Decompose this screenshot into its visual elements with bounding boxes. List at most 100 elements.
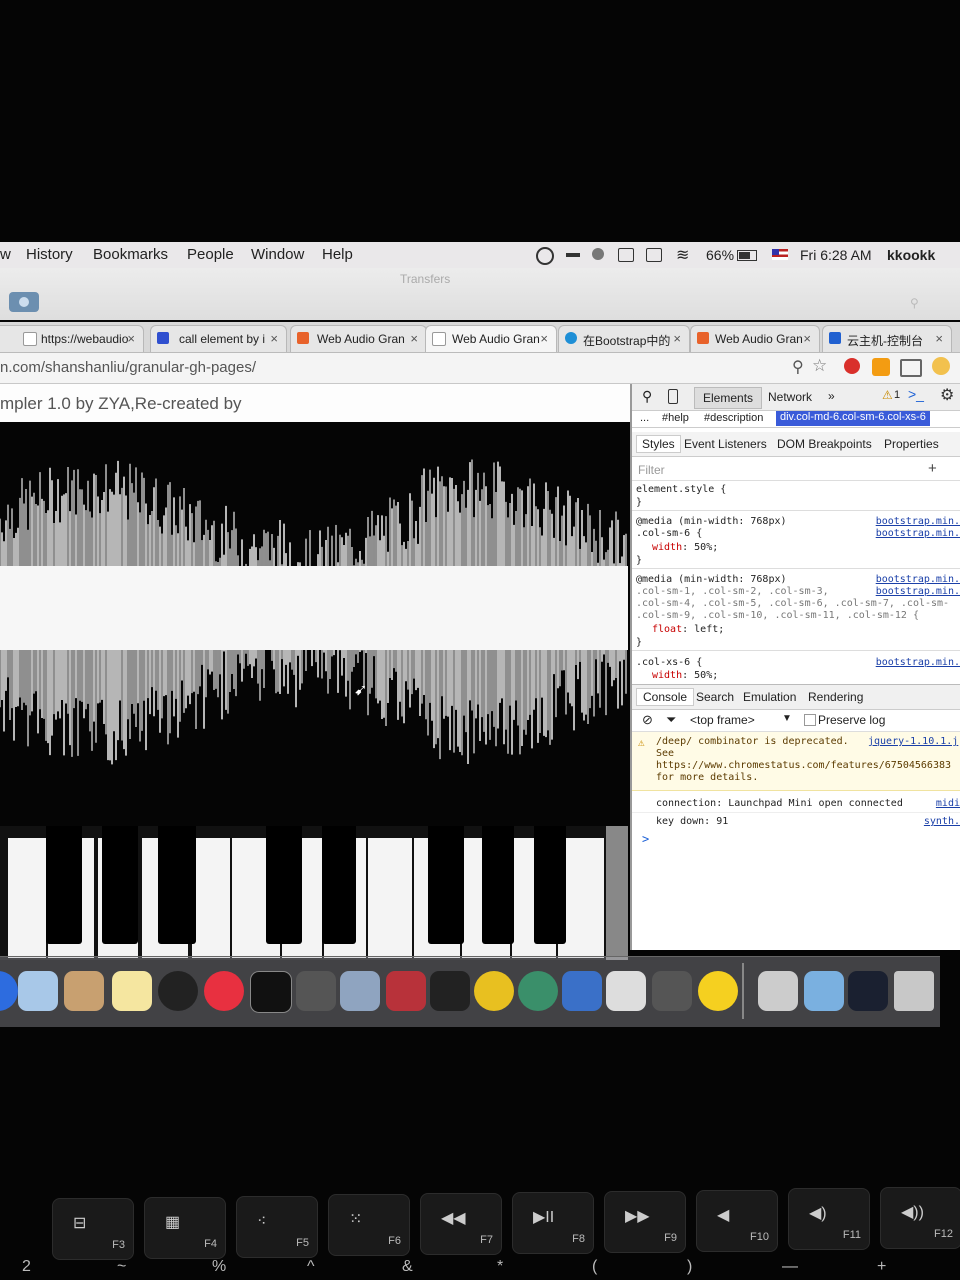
wifi-icon[interactable]: ≋	[676, 245, 689, 265]
console-drawer-icon[interactable]: >_	[908, 386, 924, 402]
sublime-text-2-icon[interactable]	[652, 971, 692, 1011]
styles-filter[interactable]: Filter +	[632, 458, 960, 481]
source-link[interactable]: bootstrap.min.	[876, 516, 960, 527]
function-key[interactable]: ◀) F11	[788, 1188, 870, 1250]
warning-url[interactable]: https://www.chromestatus.com/features/67…	[656, 760, 951, 771]
search-icon[interactable]: ⚲	[910, 296, 919, 310]
console-log-1-source[interactable]: midi	[936, 798, 960, 809]
battery-icon[interactable]	[737, 250, 757, 261]
tab-web-audio-1[interactable]: Web Audio Gran ×	[290, 325, 427, 352]
console-log-2-source[interactable]: synth.	[924, 816, 960, 827]
breadcrumb-selected[interactable]: div.col-md-6.col-sm-6.col-xs-6	[776, 411, 930, 426]
menu-history[interactable]: History	[26, 246, 73, 263]
prop-width[interactable]: width: 50%;	[652, 542, 718, 553]
function-key[interactable]: ⊟ F3	[52, 1198, 134, 1260]
bookmark-star-icon[interactable]: ☆	[812, 356, 827, 376]
new-rule-plus-icon[interactable]: +	[928, 460, 937, 477]
waveform-display[interactable]: ➹	[0, 422, 628, 826]
filter-funnel-icon[interactable]: ⏷	[666, 712, 676, 728]
menu-user[interactable]: kkookk	[887, 247, 935, 263]
number-row-key[interactable]: )	[687, 1258, 692, 1276]
breadcrumb-description[interactable]: #description	[704, 412, 763, 424]
notes-icon[interactable]	[112, 971, 152, 1011]
tab-properties[interactable]: Properties	[884, 437, 939, 451]
selector-list-c[interactable]: .col-sm-9, .col-sm-10, .col-sm-11, .col-…	[636, 610, 919, 621]
piano-white-key[interactable]	[8, 838, 48, 958]
rubber-duck-icon[interactable]	[698, 971, 738, 1011]
cast-icon[interactable]	[900, 359, 922, 377]
tab-search[interactable]: Search	[696, 690, 734, 704]
tab-elements[interactable]: Elements	[694, 387, 762, 409]
source-link[interactable]: bootstrap.min.	[876, 657, 960, 668]
sublime-text-icon[interactable]	[296, 971, 336, 1011]
close-icon[interactable]: ×	[673, 331, 681, 346]
close-icon[interactable]: ×	[935, 331, 943, 346]
number-row-key[interactable]: —	[782, 1258, 798, 1276]
selector-col-xs-6[interactable]: .col-xs-6 {	[636, 657, 702, 668]
selector-col-sm-6[interactable]: .col-sm-6 {	[636, 528, 702, 539]
piano-black-key[interactable]	[428, 826, 464, 944]
extension-chart-icon[interactable]	[872, 358, 890, 376]
source-link[interactable]: bootstrap.min.	[876, 528, 960, 539]
tab-web-audio-2[interactable]: Web Audio Gran ×	[690, 325, 820, 352]
number-row-key[interactable]: ^	[307, 1258, 315, 1276]
menu-window-fragment[interactable]: w	[0, 246, 11, 263]
number-row-key[interactable]: %	[212, 1258, 226, 1276]
warning-source[interactable]: jquery-1.10.1.j	[868, 736, 958, 747]
webstorm-icon[interactable]	[562, 971, 602, 1011]
breadcrumb-ellipsis[interactable]: ...	[640, 412, 649, 424]
piano-black-key[interactable]	[102, 826, 138, 944]
piano-black-key[interactable]	[158, 826, 196, 944]
input-source-flag-icon[interactable]	[772, 249, 788, 260]
function-key[interactable]: ⁙ F6	[328, 1194, 410, 1256]
app-status-icon[interactable]	[592, 248, 604, 260]
device-mode-icon[interactable]	[668, 389, 678, 404]
function-key[interactable]: ⁖ F5	[236, 1196, 318, 1258]
screen-thumbnail-icon[interactable]	[848, 971, 888, 1011]
source-link[interactable]: bootstrap.min.	[876, 574, 960, 585]
piano-black-key[interactable]	[266, 826, 302, 944]
tab-emulation[interactable]: Emulation	[743, 690, 796, 704]
number-row-key[interactable]: 2	[22, 1258, 31, 1276]
tab-styles[interactable]: Styles	[636, 435, 681, 453]
trash-icon[interactable]	[894, 971, 934, 1011]
inspect-search-icon[interactable]: ⚲	[642, 388, 652, 405]
number-row-key[interactable]: &	[402, 1258, 413, 1276]
close-icon[interactable]: ×	[410, 331, 418, 346]
function-key[interactable]: ▦ F4	[144, 1197, 226, 1259]
settings-gear-icon[interactable]: ⚙	[940, 385, 954, 405]
piano-app-icon[interactable]	[606, 971, 646, 1011]
console-prompt[interactable]: >	[642, 832, 649, 846]
function-key[interactable]: ▶II F8	[512, 1192, 594, 1254]
prop-float[interactable]: float: left;	[652, 624, 724, 635]
waveform-svg[interactable]	[0, 422, 628, 826]
selector-list-a[interactable]: .col-sm-1, .col-sm-2, .col-sm-3,	[636, 586, 829, 597]
piano-black-key[interactable]	[46, 826, 82, 944]
frame-select[interactable]: <top frame>	[690, 713, 755, 727]
close-icon[interactable]: ×	[803, 331, 811, 346]
warning-count-icon[interactable]: ⚠	[882, 388, 893, 402]
tab-bootstrap[interactable]: 在Bootstrap中的 ×	[558, 325, 690, 352]
adblock-icon[interactable]	[844, 358, 860, 374]
close-icon[interactable]: ×	[127, 331, 135, 346]
tab-console[interactable]: Console	[636, 688, 695, 706]
number-row-key[interactable]: (	[592, 1258, 597, 1276]
number-row-key[interactable]: *	[497, 1258, 503, 1276]
url-text[interactable]: n.com/shanshanliu/granular-gh-pages/	[0, 359, 256, 376]
contacts-icon[interactable]	[64, 971, 104, 1011]
tab-dom-breakpoints[interactable]: DOM Breakpoints	[777, 437, 872, 451]
chrome-icon[interactable]	[474, 971, 514, 1011]
prop-width-xs[interactable]: width: 50%;	[652, 670, 718, 681]
tab-web-audio-active[interactable]: Web Audio Gran ×	[425, 325, 557, 352]
chevron-down-icon[interactable]: ▼	[782, 713, 792, 724]
function-key[interactable]: ◀ F10	[696, 1190, 778, 1252]
selector-list-b[interactable]: .col-sm-4, .col-sm-5, .col-sm-6, .col-sm…	[636, 598, 949, 609]
clear-console-icon[interactable]: ⊘	[642, 712, 653, 728]
menu-bookmarks[interactable]: Bookmarks	[93, 246, 168, 263]
tab-event-listeners[interactable]: Event Listeners	[684, 437, 767, 451]
avatar[interactable]	[932, 357, 950, 375]
piano-black-key[interactable]	[482, 826, 514, 944]
element-style-rule[interactable]: element.style {	[636, 484, 726, 495]
music-icon[interactable]	[204, 971, 244, 1011]
airplay-icon[interactable]	[646, 248, 662, 262]
